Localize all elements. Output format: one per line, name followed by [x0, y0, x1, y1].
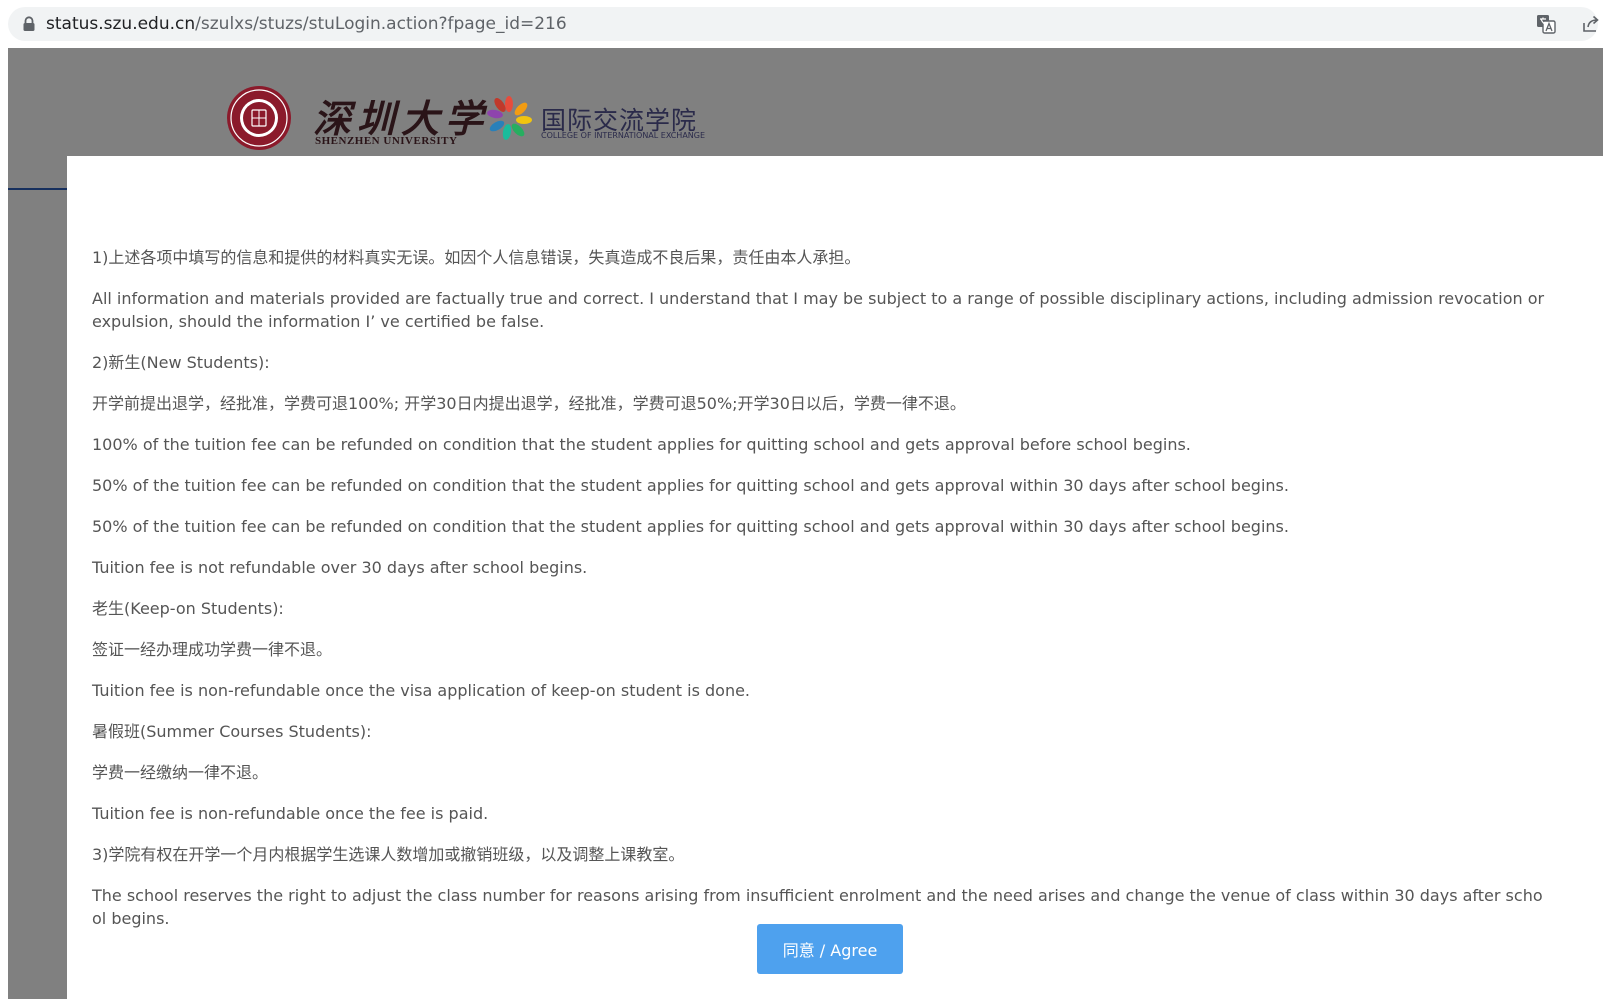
terms-paragraph: 暑假班(Summer Courses Students):	[92, 722, 372, 741]
agree-button[interactable]: 同意 / Agree	[757, 924, 903, 974]
terms-paragraph: 1)上述各项中填写的信息和提供的材料真实无误。如因个人信息错误，失真造成不良后果…	[92, 248, 861, 267]
terms-paragraph: 50% of the tuition fee can be refunded o…	[92, 476, 1289, 495]
nav-divider	[8, 188, 68, 190]
url-path: /szulxs/stuzs/stuLogin.action?fpage_id=2…	[195, 14, 567, 34]
terms-paragraph: Tuition fee is not refundable over 30 da…	[92, 558, 588, 577]
college-flower-logo[interactable]	[486, 95, 532, 141]
terms-paragraph: 老生(Keep-on Students):	[92, 599, 284, 618]
terms-paragraph: 100% of the tuition fee can be refunded …	[92, 435, 1191, 454]
page-overlay: 深圳大学 SHENZHEN UNIVERSITY 国际交流学院 COLLEGE …	[8, 48, 1603, 999]
terms-content: 1)上述各项中填写的信息和提供的材料真实无误。如因个人信息错误，失真造成不良后果…	[92, 246, 1547, 948]
url-host: status.szu.edu.cn	[46, 14, 196, 34]
terms-paragraph: 学费一经缴纳一律不退。	[92, 763, 269, 782]
terms-paragraph: All information and materials provided a…	[92, 289, 1545, 331]
url-field[interactable]: status.szu.edu.cn/szulxs/stuzs/stuLogin.…	[8, 7, 1598, 41]
terms-paragraph: Tuition fee is non-refundable once the v…	[92, 681, 751, 700]
share-icon[interactable]	[1582, 15, 1600, 33]
terms-paragraph: 签证一经办理成功学费一律不退。	[92, 640, 333, 659]
terms-paragraph: 2)新生(New Students):	[92, 353, 270, 372]
translate-icon[interactable]	[1536, 14, 1556, 34]
lock-icon[interactable]	[22, 16, 36, 32]
terms-paragraph: 开学前提出退学，经批准，学费可退100%; 开学30日内提出退学，经批准，学费可…	[92, 394, 966, 413]
terms-paragraph: 3)学院有权在开学一个月内根据学生选课人数增加或撤销班级，以及调整上课教室。	[92, 845, 685, 864]
szu-seal-logo[interactable]	[225, 84, 293, 152]
terms-paragraph: 50% of the tuition fee can be refunded o…	[92, 517, 1289, 536]
szu-name-en: SHENZHEN UNIVERSITY	[315, 135, 458, 147]
college-name-en: COLLEGE OF INTERNATIONAL EXCHANGE	[541, 131, 706, 140]
browser-address-bar: status.szu.edu.cn/szulxs/stuzs/stuLogin.…	[0, 0, 1603, 48]
terms-modal: 1)上述各项中填写的信息和提供的材料真实无误。如因个人信息错误，失真造成不良后果…	[67, 156, 1603, 999]
terms-paragraph: Tuition fee is non-refundable once the f…	[92, 804, 489, 823]
url-text: status.szu.edu.cn/szulxs/stuzs/stuLogin.…	[46, 14, 567, 34]
